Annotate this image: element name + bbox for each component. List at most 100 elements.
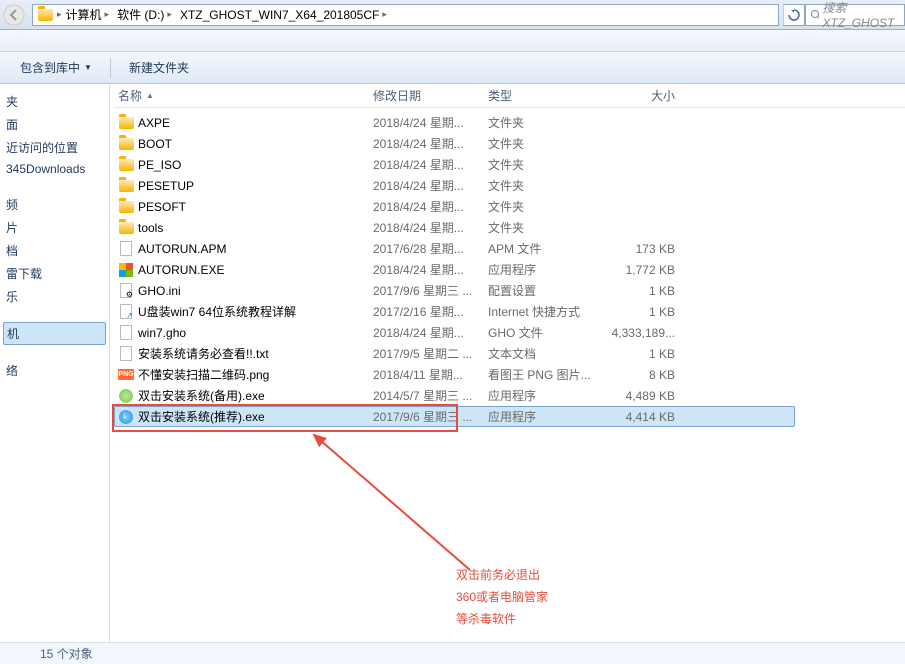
file-name: AXPE xyxy=(138,116,170,130)
file-date: 2018/4/11 星期... xyxy=(373,366,488,383)
file-size: 8 KB xyxy=(603,368,693,382)
column-size[interactable]: 大小 xyxy=(603,87,693,104)
file-name: PESETUP xyxy=(138,179,194,193)
toolbar: 包含到库中 ▼ 新建文件夹 xyxy=(0,52,905,84)
sidebar-item[interactable]: 络 xyxy=(0,359,109,382)
file-row[interactable]: PNG不懂安装扫描二维码.png2018/4/11 星期...看图王 PNG 图… xyxy=(114,364,905,385)
file-pane: 名称▲ 修改日期 类型 大小 AXPE2018/4/24 星期...文件夹BOO… xyxy=(110,84,905,642)
file-row[interactable]: AXPE2018/4/24 星期...文件夹 xyxy=(114,112,905,133)
file-row[interactable]: PE_ISO2018/4/24 星期...文件夹 xyxy=(114,154,905,175)
file-name: AUTORUN.APM xyxy=(138,242,226,256)
column-name[interactable]: 名称▲ xyxy=(118,87,373,104)
file-row[interactable]: 安装系统请务必查看!!.txt 2017/9/5 星期二 ...文本文档1 KB xyxy=(114,343,905,364)
file-name: PESOFT xyxy=(138,200,186,214)
refresh-button[interactable] xyxy=(783,4,805,26)
file-size: 1,772 KB xyxy=(603,263,693,277)
sidebar-item[interactable]: 夹 xyxy=(0,90,109,113)
file-date: 2017/9/6 星期三 ... xyxy=(373,282,488,299)
breadcrumb-box[interactable]: ▸ 计算机▸ 软件 (D:)▸ XTZ_GHOST_WIN7_X64_20180… xyxy=(32,4,779,26)
file-date: 2017/9/5 星期二 ... xyxy=(373,345,488,362)
file-size: 1 KB xyxy=(603,305,693,319)
file-date: 2017/9/6 星期三 ... xyxy=(373,408,488,425)
file-size: 1 KB xyxy=(603,284,693,298)
file-type: 文本文档 xyxy=(488,345,603,362)
status-text: 15 个对象 xyxy=(40,645,93,662)
file-type: GHO 文件 xyxy=(488,324,603,341)
file-size: 4,333,189... xyxy=(603,326,693,340)
file-name: U盘装win7 64位系统教程详解 xyxy=(138,303,296,320)
file-size: 4,489 KB xyxy=(603,389,693,403)
menu-bar xyxy=(0,30,905,52)
sidebar-item[interactable]: 345Downloads xyxy=(0,159,109,179)
annotation-text: 双击前务必退出 360或者电脑管家 等杀毒软件 xyxy=(456,564,548,630)
file-row[interactable]: AUTORUN.EXE 2018/4/24 星期...应用程序1,772 KB xyxy=(114,259,905,280)
file-date: 2018/4/24 星期... xyxy=(373,156,488,173)
sidebar-item[interactable]: 面 xyxy=(0,113,109,136)
main-area: 夹面近访问的位置345Downloads 频片档雷下载乐机络 名称▲ 修改日期 类… xyxy=(0,84,905,642)
search-input[interactable]: 搜索 XTZ_GHOST xyxy=(805,4,905,26)
column-type[interactable]: 类型 xyxy=(488,87,603,104)
sidebar: 夹面近访问的位置345Downloads 频片档雷下载乐机络 xyxy=(0,84,110,642)
file-type: 应用程序 xyxy=(488,408,603,425)
sidebar-item[interactable]: 近访问的位置 xyxy=(0,136,109,159)
file-name: AUTORUN.EXE xyxy=(138,263,224,277)
file-row[interactable]: win7.gho 2018/4/24 星期...GHO 文件4,333,189..… xyxy=(114,322,905,343)
sort-asc-icon: ▲ xyxy=(146,91,154,100)
file-name: GHO.ini xyxy=(138,284,181,298)
sidebar-item[interactable]: 档 xyxy=(0,239,109,262)
new-folder-button[interactable]: 新建文件夹 xyxy=(119,55,199,80)
file-size: 1 KB xyxy=(603,347,693,361)
file-type: APM 文件 xyxy=(488,240,603,257)
file-row[interactable]: tools2018/4/24 星期...文件夹 xyxy=(114,217,905,238)
breadcrumb-folder[interactable]: XTZ_GHOST_WIN7_X64_201805CF▸ xyxy=(176,5,391,25)
sidebar-item[interactable]: 频 xyxy=(0,193,109,216)
file-date: 2018/4/24 星期... xyxy=(373,324,488,341)
file-type: 文件夹 xyxy=(488,135,603,152)
file-name: 双击安装系统(推荐).exe xyxy=(138,408,265,425)
file-date: 2018/4/24 星期... xyxy=(373,135,488,152)
file-row[interactable]: AUTORUN.APM 2017/6/28 星期...APM 文件173 KB xyxy=(114,238,905,259)
file-row[interactable]: PESETUP 2018/4/24 星期...文件夹 xyxy=(114,175,905,196)
file-name: BOOT xyxy=(138,137,172,151)
separator xyxy=(110,58,111,78)
sidebar-item[interactable]: 机 xyxy=(3,322,106,345)
file-date: 2018/4/24 星期... xyxy=(373,261,488,278)
file-date: 2014/5/7 星期三 ... xyxy=(373,387,488,404)
file-name: win7.gho xyxy=(138,326,186,340)
file-name: 不懂安装扫描二维码.png xyxy=(138,366,269,383)
include-library-button[interactable]: 包含到库中 ▼ xyxy=(10,55,102,80)
file-row[interactable]: 双击安装系统(推荐).exe 2017/9/6 星期三 ...应用程序4,414 … xyxy=(114,406,795,427)
file-date: 2017/6/28 星期... xyxy=(373,240,488,257)
file-row[interactable]: BOOT 2018/4/24 星期...文件夹 xyxy=(114,133,905,154)
folder-icon xyxy=(36,7,54,23)
file-row[interactable]: U盘装win7 64位系统教程详解 2017/2/16 星期...Internet… xyxy=(114,301,905,322)
sidebar-item[interactable]: 乐 xyxy=(0,285,109,308)
file-row[interactable]: PESOFT2018/4/24 星期...文件夹 xyxy=(114,196,905,217)
file-type: 看图王 PNG 图片... xyxy=(488,366,603,383)
file-type: 配置设置 xyxy=(488,282,603,299)
file-type: 文件夹 xyxy=(488,177,603,194)
column-header-row: 名称▲ 修改日期 类型 大小 xyxy=(114,84,905,108)
file-name: 安装系统请务必查看!!.txt xyxy=(138,345,269,362)
file-row[interactable]: 双击安装系统(备用).exe 2014/5/7 星期三 ...应用程序4,489 … xyxy=(114,385,905,406)
file-name: 双击安装系统(备用).exe xyxy=(138,387,265,404)
breadcrumb-drive[interactable]: 软件 (D:)▸ xyxy=(113,5,176,25)
file-size: 173 KB xyxy=(603,242,693,256)
column-date[interactable]: 修改日期 xyxy=(373,87,488,104)
file-date: 2018/4/24 星期... xyxy=(373,177,488,194)
sidebar-item[interactable]: 雷下载 xyxy=(0,262,109,285)
file-type: 文件夹 xyxy=(488,156,603,173)
file-row[interactable]: GHO.ini 2017/9/6 星期三 ...配置设置1 KB xyxy=(114,280,905,301)
status-bar: 15 个对象 xyxy=(0,642,905,664)
file-date: 2018/4/24 星期... xyxy=(373,219,488,236)
file-type: 应用程序 xyxy=(488,387,603,404)
file-date: 2017/2/16 星期... xyxy=(373,303,488,320)
file-type: 应用程序 xyxy=(488,261,603,278)
nav-back-button[interactable] xyxy=(0,3,28,27)
file-type: Internet 快捷方式 xyxy=(488,303,603,320)
search-placeholder: 搜索 XTZ_GHOST xyxy=(822,0,900,30)
file-type: 文件夹 xyxy=(488,198,603,215)
file-size: 4,414 KB xyxy=(603,410,693,424)
breadcrumb-computer[interactable]: 计算机▸ xyxy=(62,5,114,25)
sidebar-item[interactable]: 片 xyxy=(0,216,109,239)
